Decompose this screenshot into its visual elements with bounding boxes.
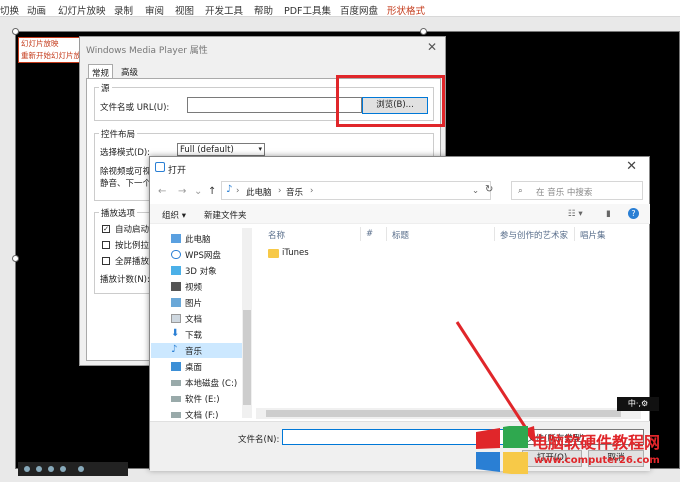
volume-icon[interactable]	[78, 466, 84, 472]
watermark-url: www.computer26.com	[534, 455, 660, 466]
rewind-icon[interactable]	[48, 466, 54, 472]
ime-indicator[interactable]: 中·,⚙	[617, 397, 659, 411]
windows-logo-icon	[476, 426, 528, 474]
media-player-controls[interactable]	[18, 462, 128, 476]
play-icon[interactable]	[24, 466, 30, 472]
watermark-title: 电脑软硬件教程网	[532, 433, 661, 452]
watermark: 电脑软硬件教程网 www.computer26.com	[476, 424, 680, 476]
tutorial-arrow	[455, 321, 536, 444]
stop-icon[interactable]	[36, 466, 42, 472]
forward-icon[interactable]	[60, 466, 66, 472]
